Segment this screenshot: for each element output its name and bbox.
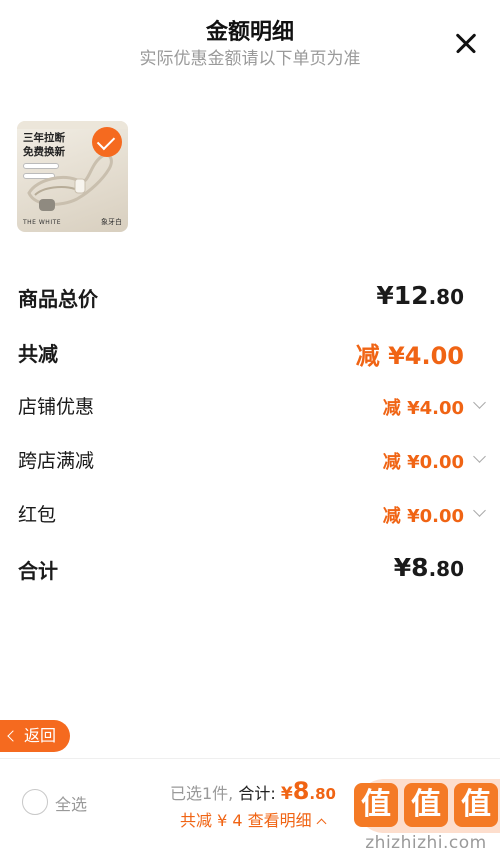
- row-grand-total: 合计 ¥8.80: [0, 547, 500, 587]
- select-all-label[interactable]: 全选: [55, 791, 87, 815]
- grand-total-amount: ¥8.80: [393, 553, 464, 582]
- header: 金额明细 实际优惠金额请以下单页为准: [0, 0, 500, 80]
- total-discount-amount: 减 ¥4.00: [355, 342, 464, 370]
- chevron-down-icon[interactable]: [473, 450, 486, 463]
- order-summary: 已选1件, 合计: ¥8.80: [170, 777, 336, 805]
- chevron-down-icon[interactable]: [473, 504, 486, 517]
- store-discount-label: 店铺优惠: [18, 396, 95, 418]
- view-details-link[interactable]: 共减 ¥ 4 查看明细: [180, 807, 327, 831]
- product-brand: THE WHITE: [23, 219, 62, 226]
- cross-store-label: 跨店满减: [18, 450, 95, 472]
- footer-total-amount: ¥8.80: [280, 777, 336, 805]
- watermark-site: zhizhizhi.com: [365, 833, 487, 853]
- watermark-char: 值: [354, 783, 398, 827]
- store-discount-amount: 减 ¥4.00: [382, 398, 464, 419]
- select-all-radio[interactable]: [22, 789, 48, 815]
- row-total-price: 商品总价 ¥12.80: [0, 275, 500, 315]
- row-cross-store-discount[interactable]: 跨店满减 减 ¥0.00: [0, 438, 500, 478]
- cross-store-amount: 减 ¥0.00: [382, 452, 464, 473]
- back-button-label: 返回: [24, 726, 57, 745]
- total-label: 合计:: [238, 784, 276, 803]
- total-discount-label: 共减: [18, 342, 58, 366]
- back-button[interactable]: 返回: [0, 720, 70, 752]
- selected-count: 已选1件,: [170, 784, 234, 803]
- total-price-amount: ¥12.80: [376, 281, 464, 310]
- page-subtitle: 实际优惠金额请以下单页为准: [139, 49, 361, 69]
- chevron-up-icon: [316, 818, 327, 829]
- selected-check-icon[interactable]: [92, 127, 122, 157]
- watermark-char: 值: [454, 783, 498, 827]
- product-brand-cn: 象牙白: [101, 218, 122, 226]
- checkout-bar: 全选 已选1件, 合计: ¥8.80 共减 ¥ 4 查看明细 结算 值 值 值 …: [0, 758, 500, 856]
- red-packet-label: 红包: [18, 504, 57, 526]
- grand-total-label: 合计: [18, 559, 58, 583]
- red-packet-amount: 减 ¥0.00: [382, 506, 464, 527]
- close-icon[interactable]: [450, 28, 482, 60]
- row-store-discount[interactable]: 店铺优惠 减 ¥4.00: [0, 384, 500, 424]
- row-red-packet[interactable]: 红包 减 ¥0.00: [0, 492, 500, 532]
- row-total-discount: 共减 减 ¥4.00: [0, 330, 500, 370]
- page-title: 金额明细: [205, 20, 294, 45]
- chevron-down-icon[interactable]: [473, 396, 486, 409]
- total-price-label: 商品总价: [18, 287, 98, 311]
- watermark-char: 值: [404, 783, 448, 827]
- chevron-left-icon: [7, 730, 19, 742]
